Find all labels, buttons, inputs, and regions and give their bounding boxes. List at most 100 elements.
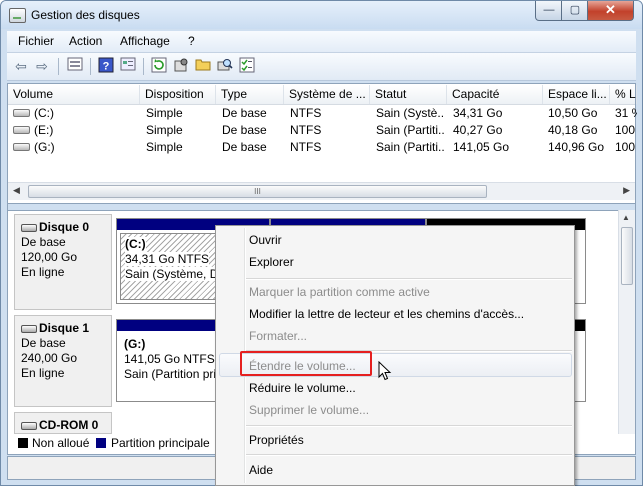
- disk-status: En ligne: [21, 366, 65, 380]
- menu-item-delete-volume: Supprimer le volume...: [249, 403, 370, 417]
- disk-0-label[interactable]: Disque 0 De base 120,00 Go En ligne: [14, 214, 112, 310]
- toolbar-separator: [58, 58, 59, 75]
- volume-row[interactable]: (C:) Simple De base NTFS Sain (Systè... …: [8, 105, 637, 122]
- legend-primary-label: Partition principale: [111, 436, 210, 450]
- column-capacity[interactable]: Capacité: [447, 85, 543, 104]
- menu-item-help[interactable]: Aide: [249, 463, 273, 477]
- volume-name: (E:): [34, 123, 54, 137]
- volume-percent-free: 31 %: [615, 106, 637, 120]
- volume-row[interactable]: (G:) Simple De base NTFS Sain (Partiti..…: [8, 139, 635, 156]
- menu-action[interactable]: Action: [69, 34, 102, 48]
- disk-name: CD-ROM 0: [39, 418, 99, 432]
- cdrom-icon: [21, 421, 37, 430]
- disk-icon: [21, 223, 37, 232]
- forward-arrow-icon[interactable]: ⇨: [33, 57, 51, 75]
- minimize-button[interactable]: —: [535, 1, 563, 21]
- volume-status: Sain (Partiti...: [376, 123, 444, 137]
- menu-fichier[interactable]: Fichier: [18, 34, 54, 48]
- menu-item-open[interactable]: Ouvrir: [249, 233, 282, 247]
- volume-row[interactable]: (E:) Simple De base NTFS Sain (Partiti..…: [8, 122, 635, 139]
- help-icon[interactable]: ?: [97, 57, 115, 75]
- menu-separator: [246, 425, 572, 427]
- disk-name: Disque 0: [39, 220, 90, 234]
- toolbar: ⇦ ⇨ ?: [7, 53, 636, 81]
- scrollbar-thumb[interactable]: III: [28, 185, 487, 198]
- volume-layout: Simple: [146, 106, 183, 120]
- menu-item-explore[interactable]: Explorer: [249, 255, 294, 269]
- disk-icon: [21, 324, 37, 333]
- scrollbar-thumb[interactable]: [621, 227, 633, 285]
- partition-status: Sain (Système, Dé: [125, 267, 226, 281]
- volume-list-header: Volume Disposition Type Système de ... S…: [8, 85, 637, 105]
- volume-type: De base: [222, 123, 267, 137]
- menu-separator: [246, 454, 572, 456]
- disk-management-icon: [9, 8, 26, 23]
- open-folder-icon[interactable]: [194, 57, 212, 75]
- list-view-icon[interactable]: [66, 57, 84, 75]
- disk-size: 240,00 Go: [21, 351, 78, 365]
- disk-1-label[interactable]: Disque 1 De base 240,00 Go En ligne: [14, 315, 112, 407]
- refresh-icon[interactable]: [150, 57, 168, 75]
- properties-icon[interactable]: [119, 57, 137, 75]
- volume-type: De base: [222, 140, 267, 154]
- menu-item-mark-active: Marquer la partition comme active: [249, 285, 430, 299]
- menu-item-shrink-volume[interactable]: Réduire le volume...: [249, 381, 356, 395]
- settings-icon[interactable]: [172, 57, 190, 75]
- scroll-up-icon[interactable]: ▲: [622, 213, 630, 222]
- menu-affichage[interactable]: Affichage: [120, 34, 170, 48]
- partition-size: 34,31 Go NTFS: [125, 252, 210, 266]
- volume-status: Sain (Systè...: [376, 106, 444, 120]
- close-button[interactable]: ✕: [587, 1, 634, 21]
- svg-text:?: ?: [103, 61, 110, 73]
- checklist-icon[interactable]: [238, 57, 256, 75]
- column-type[interactable]: Type: [216, 85, 284, 104]
- volume-layout: Simple: [146, 140, 183, 154]
- column-percent-free[interactable]: % L: [610, 85, 637, 104]
- menu-item-format: Formater...: [249, 329, 308, 343]
- disk-status: En ligne: [21, 265, 65, 279]
- volume-capacity: 141,05 Go: [453, 140, 510, 154]
- pane-splitter[interactable]: [8, 203, 635, 211]
- toolbar-separator: [143, 58, 144, 75]
- column-volume[interactable]: Volume: [8, 85, 140, 104]
- column-free-space[interactable]: Espace li...: [543, 85, 610, 104]
- volume-percent-free: 100: [615, 140, 636, 154]
- menu-item-properties[interactable]: Propriétés: [249, 433, 304, 447]
- volume-free-space: 40,18 Go: [548, 123, 598, 137]
- scroll-right-icon[interactable]: ▶: [623, 185, 630, 196]
- volume-status: Sain (Partiti...: [376, 140, 444, 154]
- legend-unallocated-swatch: [18, 438, 28, 448]
- menu-bar: Fichier Action Affichage ?: [7, 31, 636, 53]
- maximize-button[interactable]: ▢: [561, 1, 589, 21]
- cdrom-label[interactable]: CD-ROM 0: [14, 412, 112, 434]
- volume-type: De base: [222, 106, 267, 120]
- volume-free-space: 10,50 Go: [548, 106, 598, 120]
- window-title: Gestion des disques: [31, 8, 140, 22]
- column-filesystem[interactable]: Système de ...: [284, 85, 370, 104]
- back-arrow-icon[interactable]: ⇦: [12, 57, 30, 75]
- disk-type: De base: [21, 336, 66, 350]
- volume-filesystem: NTFS: [290, 106, 322, 120]
- legend-primary-swatch: [96, 438, 106, 448]
- column-disposition[interactable]: Disposition: [140, 85, 216, 104]
- toolbar-separator: [90, 58, 91, 75]
- volume-filesystem: NTFS: [290, 123, 322, 137]
- volume-filesystem: NTFS: [290, 140, 322, 154]
- title-bar[interactable]: Gestion des disques — ▢ ✕: [1, 1, 642, 29]
- drive-icon: [13, 125, 30, 134]
- horizontal-scrollbar[interactable]: ◀ III ▶: [8, 182, 635, 200]
- disk-name: Disque 1: [39, 321, 90, 335]
- volume-layout: Simple: [146, 123, 183, 137]
- legend-unallocated-label: Non alloué: [32, 436, 90, 450]
- disk-size: 120,00 Go: [21, 250, 78, 264]
- drive-icon: [13, 142, 30, 151]
- search-disk-icon[interactable]: [216, 57, 234, 75]
- volume-percent-free: 100: [615, 123, 636, 137]
- menu-item-change-drive-letter[interactable]: Modifier la lettre de lecteur et les che…: [249, 307, 524, 321]
- vertical-scrollbar[interactable]: ▲: [618, 210, 635, 443]
- scroll-left-icon[interactable]: ◀: [13, 185, 20, 196]
- disk-type: De base: [21, 235, 66, 249]
- menu-help[interactable]: ?: [188, 34, 195, 48]
- mouse-cursor-icon: [378, 361, 392, 381]
- column-status[interactable]: Statut: [370, 85, 447, 104]
